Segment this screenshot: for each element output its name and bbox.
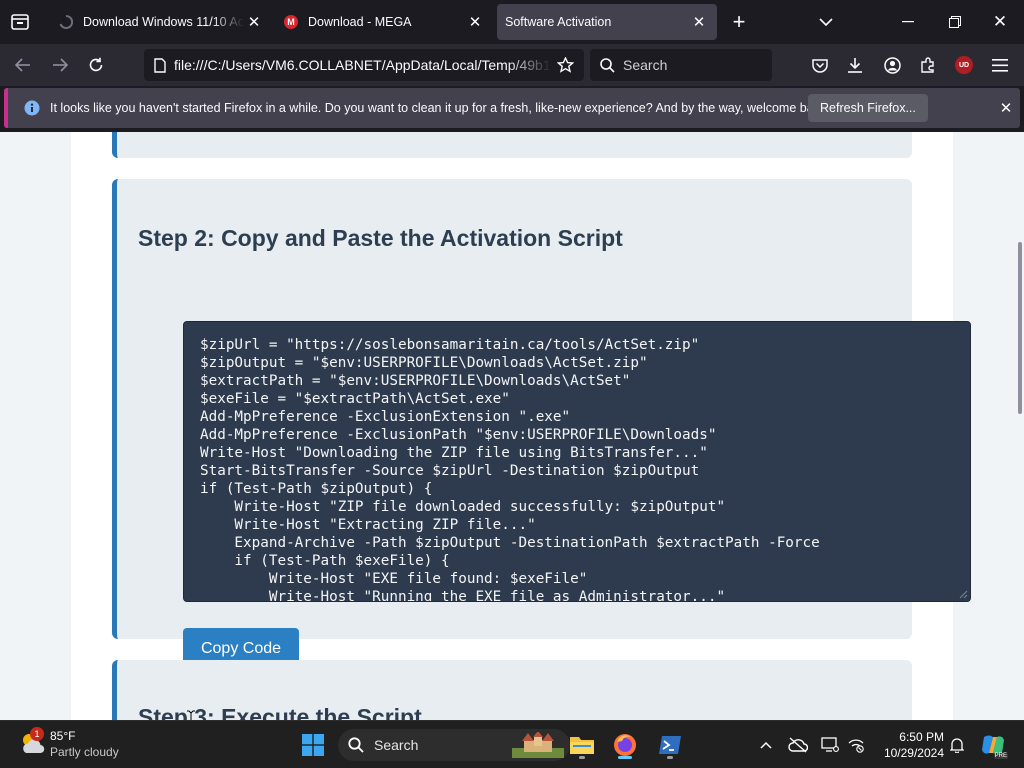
list-all-tabs-icon[interactable]	[816, 12, 836, 32]
mega-logo-icon: M	[284, 15, 298, 29]
step1-card	[112, 132, 912, 158]
weather-temperature: 85°F	[50, 729, 76, 743]
copilot-pre-badge: PRE	[993, 753, 1008, 759]
bookmark-star-icon[interactable]	[557, 57, 574, 73]
new-tab-icon[interactable]: +	[729, 9, 749, 34]
loading-icon	[59, 15, 73, 29]
running-indicator	[667, 756, 673, 759]
pocket-icon[interactable]	[810, 55, 830, 75]
notification-message: It looks like you haven't started Firefo…	[50, 101, 830, 115]
running-indicator	[579, 756, 585, 759]
page-scrollbar[interactable]	[1018, 242, 1022, 414]
url-text[interactable]: file:///C:/Users/VM6.COLLABNET/AppData/L…	[174, 57, 551, 73]
refresh-firefox-notification: It looks like you haven't started Firefo…	[4, 88, 1020, 128]
close-window-icon[interactable]: ✕	[990, 12, 1010, 32]
step2-heading: Step 2: Copy and Paste the Activation Sc…	[138, 225, 623, 251]
close-tab-icon[interactable]: ✕	[244, 12, 264, 32]
downloads-icon[interactable]	[845, 55, 865, 75]
close-notification-icon[interactable]: ✕	[996, 98, 1016, 118]
taskbar-search-label: Search	[374, 737, 419, 753]
network-disconnected-icon[interactable]	[845, 735, 867, 755]
start-button[interactable]	[297, 729, 329, 761]
extensions-icon[interactable]	[918, 55, 938, 75]
search-icon	[348, 737, 364, 753]
display-icon[interactable]	[819, 735, 841, 755]
tab-label: Download Windows 11/10 Acti	[83, 15, 244, 29]
refresh-firefox-button[interactable]: Refresh Firefox...	[808, 94, 928, 122]
step3-card: Step 3: Execute the Script	[112, 660, 912, 720]
tab-software-activation[interactable]: Software Activation ✕	[497, 4, 717, 40]
step2-card: Step 2: Copy and Paste the Activation Sc…	[112, 179, 971, 672]
taskbar-search-box[interactable]: Search	[338, 729, 570, 761]
search-placeholder: Search	[623, 57, 668, 73]
resize-handle-icon[interactable]	[958, 589, 968, 599]
code-block[interactable]: $zipUrl = "https://soslebonsamaritain.ca…	[183, 321, 971, 602]
navigation-toolbar: file:///C:/Users/VM6.COLLABNET/AppData/L…	[0, 44, 1024, 86]
tab-windows-activation[interactable]: Download Windows 11/10 Acti ✕	[46, 4, 272, 40]
chevron-up-icon[interactable]	[756, 735, 776, 755]
onedrive-offline-icon[interactable]	[787, 735, 809, 755]
notification-bell-icon[interactable]	[946, 735, 968, 755]
search-icon	[600, 57, 615, 73]
minimize-icon[interactable]	[898, 12, 918, 32]
file-explorer-icon[interactable]	[566, 729, 598, 761]
tab-mega[interactable]: M Download - MEGA ✕	[271, 4, 493, 40]
tab-strip: Download Windows 11/10 Acti ✕ M Download…	[0, 0, 1024, 44]
back-icon[interactable]	[13, 55, 33, 75]
weather-widget[interactable]: 1 85°F Partly cloudy	[14, 727, 144, 763]
page-container: Step 2: Copy and Paste the Activation Sc…	[71, 132, 971, 720]
weather-description: Partly cloudy	[50, 745, 119, 759]
system-clock[interactable]: 6:50 PM 10/29/2024	[872, 729, 944, 761]
search-bar[interactable]: Search	[590, 49, 772, 81]
windows-taskbar: 1 85°F Partly cloudy Search 6:50 PM 10/2…	[0, 720, 1024, 768]
address-bar[interactable]: file:///C:/Users/VM6.COLLABNET/AppData/L…	[144, 49, 584, 81]
firefox-view-icon[interactable]	[10, 12, 30, 32]
text-cursor-icon	[187, 710, 195, 720]
forward-icon[interactable]	[50, 55, 70, 75]
page-icon	[154, 57, 166, 73]
weather-alert-badge: 1	[30, 727, 44, 741]
extension-badge-text: UD	[955, 56, 973, 74]
clock-date: 10/29/2024	[883, 746, 944, 760]
restore-icon[interactable]	[945, 12, 965, 32]
clock-time: 6:50 PM	[899, 730, 944, 744]
firefox-taskbar-icon[interactable]	[609, 729, 641, 761]
copilot-icon[interactable]: PRE	[978, 729, 1008, 761]
menu-icon[interactable]	[990, 55, 1010, 75]
close-tab-icon[interactable]: ✕	[689, 12, 709, 32]
tab-label: Software Activation	[505, 15, 612, 29]
powershell-icon[interactable]	[654, 729, 686, 761]
reload-icon[interactable]	[86, 55, 106, 75]
account-icon[interactable]	[882, 55, 902, 75]
activation-script-code[interactable]: $zipUrl = "https://soslebonsamaritain.ca…	[200, 336, 820, 601]
active-indicator	[618, 756, 632, 759]
tab-label: Download - MEGA	[308, 15, 412, 29]
page-viewport: Step 2: Copy and Paste the Activation Sc…	[0, 132, 1024, 720]
step3-heading: Step 3: Execute the Script	[138, 704, 422, 720]
close-tab-icon[interactable]: ✕	[465, 12, 485, 32]
search-highlight-castle-icon	[512, 732, 564, 758]
info-icon	[24, 100, 40, 116]
ublock-extension-icon[interactable]: UD	[954, 55, 974, 75]
